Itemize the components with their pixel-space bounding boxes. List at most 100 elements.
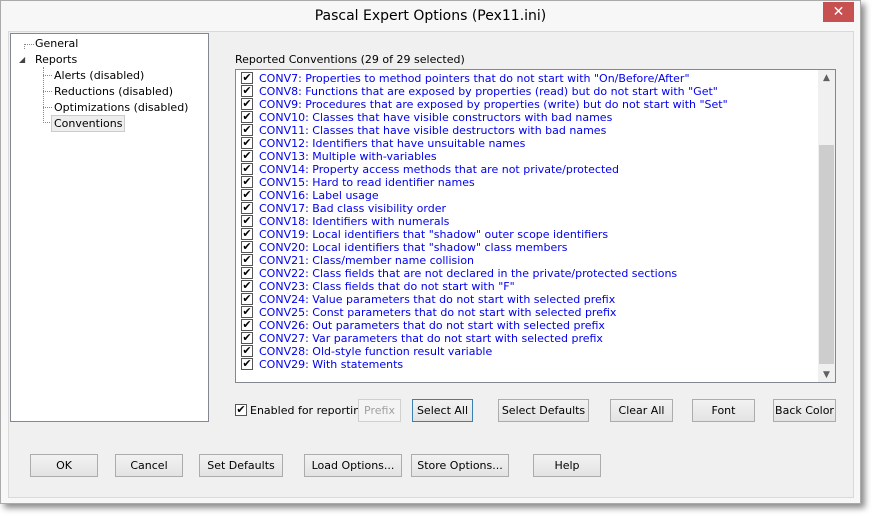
convention-checkbox[interactable]: ✔ — [241, 332, 253, 344]
convention-item[interactable]: ✔ CONV8: Functions that are exposed by pr… — [241, 85, 718, 98]
convention-item[interactable]: ✔ CONV19: Local identifiers that "shadow"… — [241, 228, 608, 241]
convention-item[interactable]: ✔ CONV13: Multiple with-variables — [241, 150, 437, 163]
convention-checkbox[interactable]: ✔ — [241, 202, 253, 214]
clear-all-button[interactable]: Clear All — [610, 399, 673, 422]
back-color-button[interactable]: Back Color — [773, 399, 836, 422]
convention-label: CONV17: Bad class visibility order — [259, 202, 447, 215]
convention-label: CONV12: Identifiers that have unsuitable… — [259, 137, 526, 150]
convention-item[interactable]: ✔ CONV18: Identifiers with numerals — [241, 215, 449, 228]
select-defaults-button[interactable]: Select Defaults — [498, 399, 589, 422]
convention-checkbox[interactable]: ✔ — [241, 150, 253, 162]
convention-checkbox[interactable]: ✔ — [241, 319, 253, 331]
tree-item-reductions[interactable]: Reductions (disabled) — [54, 84, 173, 99]
tree-line — [24, 44, 34, 45]
convention-checkbox[interactable]: ✔ — [241, 280, 253, 292]
convention-item[interactable]: ✔ CONV24: Value parameters that do not st… — [241, 293, 615, 306]
convention-label: CONV25: Const parameters that do not sta… — [259, 306, 617, 319]
convention-label: CONV23: Class fields that do not start w… — [259, 280, 515, 293]
convention-item[interactable]: ✔ CONV26: Out parameters that do not star… — [241, 319, 605, 332]
dialog-client: General ◢ Reports Alerts (disabled) Redu… — [8, 31, 854, 498]
convention-checkbox[interactable]: ✔ — [241, 306, 253, 318]
convention-label: CONV16: Label usage — [259, 189, 379, 202]
dialog-window: Pascal Expert Options (Pex11.ini) ✕ Gene… — [0, 0, 861, 504]
convention-checkbox[interactable]: ✔ — [241, 267, 253, 279]
tree-item-optimizations[interactable]: Optimizations (disabled) — [54, 100, 188, 115]
font-button[interactable]: Font — [692, 399, 755, 422]
conventions-list: ✔ CONV29: With statements ✔ CONV28: Old-sty… — [235, 69, 836, 383]
vertical-scrollbar[interactable]: ▲ ▼ — [818, 70, 835, 382]
tree-line — [43, 107, 52, 108]
select-all-button[interactable]: Select All — [412, 399, 473, 422]
store-options-button[interactable]: Store Options... — [411, 454, 509, 477]
convention-item[interactable]: ✔ CONV12: Identifiers that have unsuitabl… — [241, 137, 525, 150]
ok-button[interactable]: OK — [30, 454, 98, 477]
expand-triangle-icon[interactable]: ◢ — [19, 52, 25, 67]
options-tree: General ◢ Reports Alerts (disabled) Redu… — [10, 33, 209, 422]
convention-item[interactable]: ✔ CONV10: Classes that have visible const… — [241, 111, 612, 124]
convention-label: CONV15: Hard to read identifier names — [259, 176, 475, 189]
convention-item[interactable]: ✔ CONV29: With statements — [241, 358, 403, 371]
cancel-button[interactable]: Cancel — [115, 454, 183, 477]
convention-item[interactable]: ✔ CONV14: Property access methods that ar… — [241, 163, 619, 176]
convention-item[interactable]: ✔ CONV23: Class fields that do not start … — [241, 280, 515, 293]
convention-label: CONV27: Var parameters that do not start… — [259, 332, 603, 345]
convention-item[interactable]: ✔ CONV15: Hard to read identifier names — [241, 176, 475, 189]
convention-label: CONV24: Value parameters that do not sta… — [259, 293, 616, 306]
scroll-up-icon[interactable]: ▲ — [818, 73, 835, 83]
convention-item[interactable]: ✔ CONV17: Bad class visibility order — [241, 202, 446, 215]
convention-checkbox[interactable]: ✔ — [241, 124, 253, 136]
load-options-button[interactable]: Load Options... — [304, 454, 402, 477]
convention-item[interactable]: ✔ CONV28: Old-style function result varia… — [241, 345, 492, 358]
convention-checkbox[interactable]: ✔ — [241, 241, 253, 253]
convention-label: CONV14: Property access methods that are… — [259, 163, 620, 176]
convention-checkbox[interactable]: ✔ — [241, 137, 253, 149]
convention-checkbox[interactable]: ✔ — [241, 98, 253, 110]
convention-checkbox[interactable]: ✔ — [241, 254, 253, 266]
convention-checkbox[interactable]: ✔ — [241, 345, 253, 357]
convention-checkbox[interactable]: ✔ — [241, 228, 253, 240]
help-button[interactable]: Help — [533, 454, 601, 477]
convention-item[interactable]: ✔ CONV20: Local identifiers that "shadow"… — [241, 241, 568, 254]
enabled-for-reporting-checkbox[interactable]: ✔ Enabled for reporting — [235, 404, 367, 418]
scrollbar-thumb[interactable] — [819, 145, 834, 364]
convention-label: CONV20: Local identifiers that "shadow" … — [259, 241, 568, 254]
tree-item-conventions[interactable]: Conventions — [51, 115, 126, 132]
scroll-down-icon[interactable]: ▼ — [818, 370, 835, 380]
convention-item[interactable]: ✔ CONV25: Const parameters that do not st… — [241, 306, 616, 319]
tree-item-general[interactable]: General — [35, 36, 78, 51]
convention-item[interactable]: ✔ CONV27: Var parameters that do not star… — [241, 332, 603, 345]
convention-item[interactable]: ✔ CONV22: Class fields that are not decla… — [241, 267, 677, 280]
convention-checkbox[interactable]: ✔ — [241, 111, 253, 123]
convention-label: CONV28: Old-style function result variab… — [259, 345, 493, 358]
enabled-for-reporting-label: Enabled for reporting — [250, 404, 368, 417]
convention-item[interactable]: ✔ CONV9: Procedures that are exposed by p… — [241, 98, 728, 111]
convention-label: CONV10: Classes that have visible constr… — [259, 111, 613, 124]
tree-line — [43, 91, 52, 92]
tree-item-alerts[interactable]: Alerts (disabled) — [54, 68, 144, 83]
checkbox-check-icon: ✔ — [235, 403, 247, 416]
window-title: Pascal Expert Options (Pex11.ini) — [314, 8, 547, 24]
convention-item[interactable]: ✔ CONV7: Properties to method pointers th… — [241, 72, 690, 85]
convention-checkbox[interactable]: ✔ — [241, 293, 253, 305]
convention-item[interactable]: ✔ CONV21: Class/member name collision — [241, 254, 474, 267]
set-defaults-button[interactable]: Set Defaults — [199, 454, 283, 477]
convention-checkbox[interactable]: ✔ — [241, 215, 253, 227]
prefix-button[interactable]: Prefix — [358, 399, 401, 422]
tree-item-reports[interactable]: Reports — [35, 52, 77, 67]
convention-label: CONV21: Class/member name collision — [259, 254, 475, 267]
convention-checkbox[interactable]: ✔ — [241, 85, 253, 97]
close-button[interactable]: ✕ — [823, 2, 854, 22]
convention-label: CONV18: Identifiers with numerals — [259, 215, 450, 228]
convention-label: CONV7: Properties to method pointers tha… — [259, 72, 690, 85]
convention-label: CONV9: Procedures that are exposed by pr… — [259, 98, 728, 111]
convention-label: CONV19: Local identifiers that "shadow" … — [259, 228, 609, 241]
convention-label: CONV11: Classes that have visible destru… — [259, 124, 607, 137]
convention-item[interactable]: ✔ CONV11: Classes that have visible destr… — [241, 124, 606, 137]
convention-checkbox[interactable]: ✔ — [241, 189, 253, 201]
convention-checkbox[interactable]: ✔ — [241, 358, 253, 370]
convention-checkbox[interactable]: ✔ — [241, 163, 253, 175]
convention-checkbox[interactable]: ✔ — [241, 176, 253, 188]
convention-checkbox[interactable]: ✔ — [241, 72, 253, 84]
convention-item[interactable]: ✔ CONV16: Label usage — [241, 189, 379, 202]
tree-line — [24, 44, 25, 49]
